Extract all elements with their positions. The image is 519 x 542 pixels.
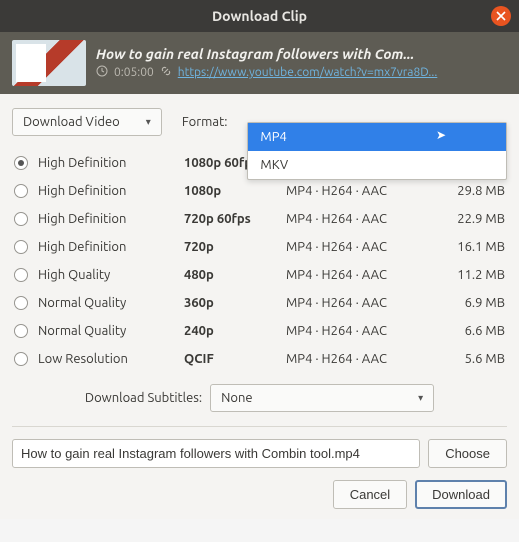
dialog-content: Download Video ▾ Format: MP4 ➤ MKV High … (0, 94, 519, 519)
format-row[interactable]: High Definition720p 60fpsMP4 · H264 · AA… (12, 206, 507, 232)
window-title: Download Clip (8, 8, 511, 24)
format-row[interactable]: Low ResolutionQCIFMP4 · H264 · AAC5.6 MB (12, 346, 507, 372)
format-codec: MP4 · H264 · AAC (286, 240, 439, 254)
format-resolution: 1080p (184, 184, 286, 198)
format-codec: MP4 · H264 · AAC (286, 296, 439, 310)
format-resolution: 720p 60fps (184, 212, 286, 226)
radio-button[interactable] (14, 240, 28, 254)
format-size: 6.6 MB (439, 324, 505, 338)
format-quality: High Definition (38, 240, 184, 254)
format-size: 6.9 MB (439, 296, 505, 310)
format-size: 5.6 MB (439, 352, 505, 366)
format-size: 16.1 MB (439, 240, 505, 254)
titlebar: Download Clip (0, 0, 519, 32)
format-resolution: QCIF (184, 352, 286, 366)
format-row[interactable]: High Definition720pMP4 · H264 · AAC16.1 … (12, 234, 507, 260)
video-thumbnail (12, 40, 86, 86)
top-controls: Download Video ▾ Format: MP4 ➤ MKV (12, 108, 507, 136)
format-option-mp4[interactable]: MP4 ➤ (248, 123, 506, 151)
download-mode-select[interactable]: Download Video ▾ (12, 108, 162, 136)
format-dropdown: MP4 ➤ MKV (247, 122, 507, 180)
radio-button[interactable] (14, 352, 28, 366)
format-size: 11.2 MB (439, 268, 505, 282)
clip-info: How to gain real Instagram followers wit… (96, 40, 507, 86)
clip-duration: 0:05:00 (114, 66, 154, 79)
filename-input[interactable] (12, 439, 420, 468)
format-resolution: 720p (184, 240, 286, 254)
chevron-down-icon: ▾ (146, 116, 151, 128)
link-icon (160, 65, 172, 80)
close-icon (496, 11, 506, 21)
cancel-button[interactable]: Cancel (333, 480, 407, 509)
dialog-actions: Cancel Download (12, 480, 507, 509)
format-quality: Normal Quality (38, 324, 184, 338)
format-list: High Definition1080p 60fpsMP4 · H264 · A… (12, 150, 507, 372)
format-size: 29.8 MB (439, 184, 505, 198)
format-row[interactable]: High Definition1080pMP4 · H264 · AAC29.8… (12, 178, 507, 204)
subtitle-row: Download Subtitles: None ▾ (12, 384, 507, 412)
format-row[interactable]: Normal Quality360pMP4 · H264 · AAC6.9 MB (12, 290, 507, 316)
format-codec: MP4 · H264 · AAC (286, 184, 439, 198)
format-label: Format: (182, 115, 228, 129)
format-resolution: 360p (184, 296, 286, 310)
format-quality: Low Resolution (38, 352, 184, 366)
radio-button[interactable] (14, 184, 28, 198)
clip-header: How to gain real Instagram followers wit… (0, 32, 519, 94)
close-button[interactable] (491, 6, 511, 26)
format-codec: MP4 · H264 · AAC (286, 268, 439, 282)
cursor-icon: ➤ (436, 128, 446, 142)
format-quality: Normal Quality (38, 296, 184, 310)
format-quality: High Definition (38, 156, 184, 170)
clip-title: How to gain real Instagram followers wit… (96, 46, 507, 62)
clip-meta: 0:05:00 https://www.youtube.com/watch?v=… (96, 65, 507, 80)
format-row[interactable]: Normal Quality240pMP4 · H264 · AAC6.6 MB (12, 318, 507, 344)
radio-button[interactable] (14, 268, 28, 282)
format-quality: High Quality (38, 268, 184, 282)
format-codec: MP4 · H264 · AAC (286, 352, 439, 366)
format-quality: High Definition (38, 212, 184, 226)
radio-button[interactable] (14, 324, 28, 338)
subtitle-label: Download Subtitles: (85, 391, 202, 405)
clock-icon (96, 65, 108, 80)
format-resolution: 480p (184, 268, 286, 282)
format-codec: MP4 · H264 · AAC (286, 212, 439, 226)
subtitle-select[interactable]: None ▾ (210, 384, 434, 412)
clip-url-link[interactable]: https://www.youtube.com/watch?v=mx7vra8D… (178, 66, 438, 79)
format-resolution: 240p (184, 324, 286, 338)
format-codec: MP4 · H264 · AAC (286, 324, 439, 338)
filename-row: Choose (12, 439, 507, 468)
format-option-mkv[interactable]: MKV (248, 151, 506, 179)
download-button[interactable]: Download (415, 480, 507, 509)
divider (12, 426, 507, 427)
radio-button[interactable] (14, 156, 28, 170)
format-size: 22.9 MB (439, 212, 505, 226)
radio-button[interactable] (14, 296, 28, 310)
choose-button[interactable]: Choose (428, 439, 507, 468)
subtitle-value: None (221, 391, 253, 405)
format-row[interactable]: High Quality480pMP4 · H264 · AAC11.2 MB (12, 262, 507, 288)
download-mode-label: Download Video (23, 115, 120, 129)
chevron-down-icon: ▾ (418, 392, 423, 404)
format-quality: High Definition (38, 184, 184, 198)
radio-button[interactable] (14, 212, 28, 226)
